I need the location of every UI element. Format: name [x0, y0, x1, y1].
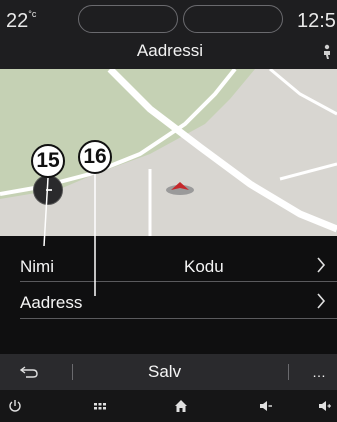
apps-grid-icon[interactable]: [93, 399, 107, 413]
address-fields-list: Nimi Kodu Aadress: [0, 236, 337, 354]
name-value: Kodu: [184, 257, 224, 276]
address-label: Aadress: [20, 293, 83, 312]
clock: 12:5: [297, 10, 336, 32]
temperature-value: 22: [6, 10, 29, 32]
address-screen: 22°c 12:5 Aadressi 15 16 Nimi Kodu Aadre…: [0, 0, 337, 422]
list-item-address[interactable]: Aadress: [0, 284, 337, 320]
callout-15: 15: [31, 144, 65, 178]
volume-down-icon[interactable]: [259, 399, 273, 413]
action-separator: [72, 364, 73, 380]
more-icon[interactable]: …: [312, 364, 326, 380]
temperature-unit: °c: [28, 9, 37, 20]
bottom-nav: [0, 390, 337, 422]
action-separator: [288, 364, 289, 380]
temperature: 22°c: [6, 9, 37, 33]
save-button[interactable]: Salv: [148, 362, 181, 382]
row-divider: [20, 318, 337, 319]
status-pill-left[interactable]: [78, 5, 178, 33]
back-arrow-icon[interactable]: [20, 366, 38, 378]
row-divider: [20, 281, 337, 282]
power-icon[interactable]: [8, 399, 22, 413]
list-item-name[interactable]: Nimi Kodu: [0, 248, 337, 284]
chevron-right-icon: [317, 257, 326, 273]
volume-up-icon[interactable]: [318, 399, 332, 413]
zoom-out-button[interactable]: [33, 175, 63, 205]
person-seat-icon: [324, 44, 330, 59]
callout-16: 16: [78, 140, 112, 174]
page-title: Aadressi: [136, 41, 204, 60]
home-icon[interactable]: [174, 399, 188, 413]
navigation-arrow-icon: [166, 182, 194, 195]
name-label: Nimi: [20, 257, 54, 276]
action-bar: Salv …: [0, 354, 337, 390]
status-pill-right[interactable]: [183, 5, 283, 33]
chevron-right-icon: [317, 293, 326, 309]
